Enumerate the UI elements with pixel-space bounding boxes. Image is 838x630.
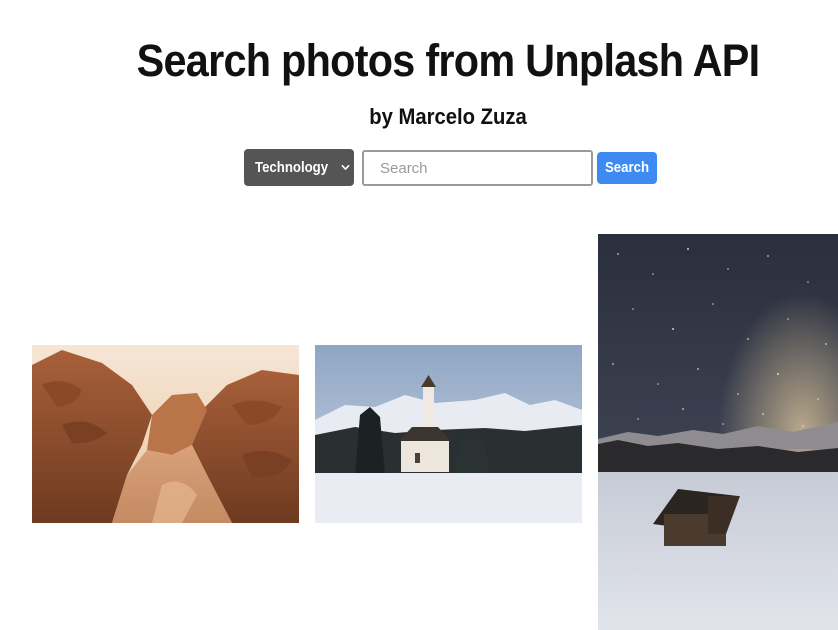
category-select[interactable]: Technology [244,149,354,186]
search-button[interactable]: Search [597,152,657,184]
mountain-church-photo[interactable] [315,345,582,523]
chevron-down-icon [341,164,350,170]
search-button-label: Search [604,159,650,176]
category-select-value: Technology [255,159,329,176]
page-title: Search photos from Unplash API [136,35,761,86]
page: Search photos from Unplash API by Marcel… [0,0,838,630]
starry-night-cabin-photo[interactable] [598,234,838,630]
page-subtitle: by Marcelo Zuza [369,104,527,129]
search-input[interactable] [362,150,593,186]
desert-canyon-photo[interactable] [32,345,299,523]
